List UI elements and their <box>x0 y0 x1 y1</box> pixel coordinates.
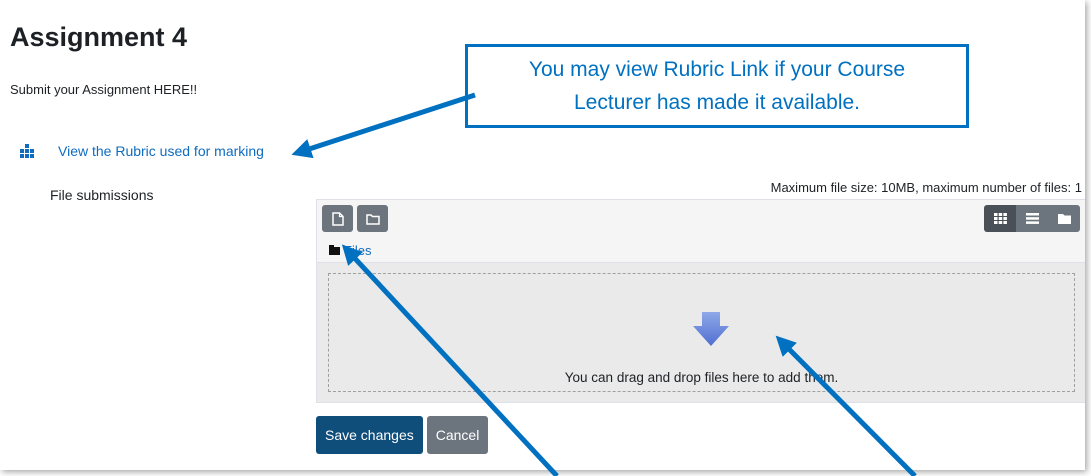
cancel-button[interactable]: Cancel <box>426 416 489 454</box>
grid-icon <box>20 143 35 159</box>
breadcrumb: Files <box>329 243 371 258</box>
list-view-icon <box>1025 213 1039 224</box>
grid-view-button[interactable] <box>984 205 1016 232</box>
files-breadcrumb-link[interactable]: Files <box>344 243 371 258</box>
tree-view-button[interactable] <box>1048 205 1080 232</box>
folder-icon <box>329 244 340 255</box>
view-switcher <box>984 205 1080 232</box>
assignment-intro: Submit your Assignment HERE!! <box>10 82 198 97</box>
folder-icon <box>365 213 380 225</box>
file-icon <box>331 211 344 226</box>
view-rubric-link[interactable]: View the Rubric used for marking <box>58 143 264 159</box>
drop-zone-border: You can drag and drop files here to add … <box>328 273 1075 392</box>
file-picker: Files You can drag and drop files here t… <box>316 199 1085 403</box>
file-drop-zone[interactable]: You can drag and drop files here to add … <box>317 262 1085 402</box>
rubric-row: View the Rubric used for marking <box>20 143 264 159</box>
add-file-button[interactable] <box>322 205 353 232</box>
rubric-callout: You may view Rubric Link if your Course … <box>465 44 969 128</box>
save-changes-button[interactable]: Save changes <box>316 416 423 454</box>
file-limits-text: Maximum file size: 10MB, maximum number … <box>770 180 1082 195</box>
page-title: Assignment 4 <box>10 22 188 52</box>
file-submissions-label: File submissions <box>50 187 154 203</box>
form-actions: Save changes Cancel <box>316 416 489 454</box>
callout-line-2: Lecturer has made it available. <box>574 91 860 114</box>
file-picker-toolbar <box>322 205 388 232</box>
tree-view-icon <box>1057 214 1071 224</box>
down-arrow-icon <box>693 312 729 346</box>
create-folder-button[interactable] <box>357 205 388 232</box>
callout-line-1: You may view Rubric Link if your Course <box>528 58 906 81</box>
grid-view-icon <box>993 213 1007 224</box>
list-view-button[interactable] <box>1016 205 1048 232</box>
drop-zone-text: You can drag and drop files here to add … <box>564 370 839 385</box>
